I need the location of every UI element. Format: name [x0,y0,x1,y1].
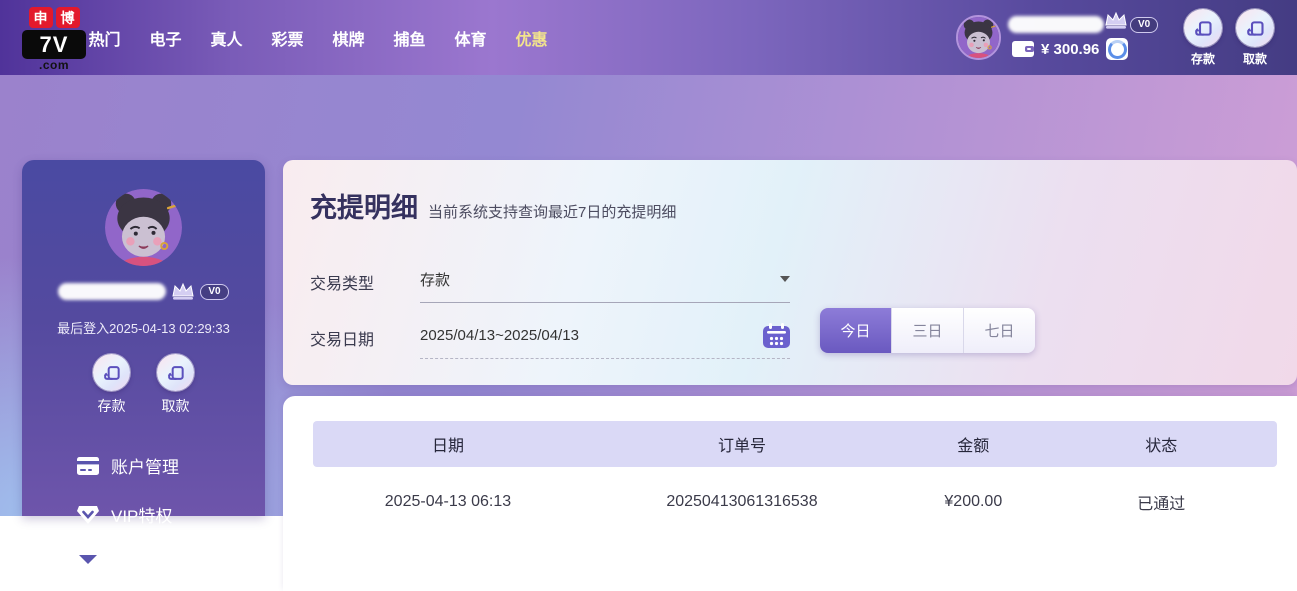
cell-date: 2025-04-13 06:13 [384,493,512,510]
chevron-down-icon [780,276,790,282]
sidebar-item-account[interactable]: 账户管理 [22,441,265,490]
transaction-type-select[interactable]: 存款 [420,256,790,303]
sidebar-item-bonus[interactable]: 红利红包 [22,539,265,588]
vip-level-badge: V0 [200,283,229,300]
withdraw-icon [1236,9,1274,47]
nav-item-promos[interactable]: 优惠 [515,26,548,50]
refresh-icon [1107,39,1127,59]
logo-badges: 申 博 [22,7,86,28]
nav-item-live[interactable]: 真人 [210,26,243,50]
cell-amount: ¥200.00 [944,493,1003,510]
transaction-date-input[interactable]: 2025/04/13~2025/04/13 [420,312,790,359]
vip-icon [77,504,99,526]
avatar-illustration [105,189,182,266]
nav-item-lottery[interactable]: 彩票 [271,26,304,50]
balance-amount: ¥ 300.96 [1041,40,1100,58]
topbar-withdraw-button[interactable]: 取款 [1236,9,1274,67]
balance-row: ¥ 300.96 [1012,38,1129,60]
topbar-deposit-button[interactable]: 存款 [1184,9,1222,67]
user-avatar[interactable] [956,15,1001,60]
table-row: 2025-04-13 06:13 20250413061316538 ¥200.… [313,467,1277,537]
date-range-tabs: 今日 三日 七日 [820,308,1035,353]
nav-item-cards[interactable]: 棋牌 [332,26,365,50]
refresh-balance-button[interactable] [1106,38,1129,60]
wallet-icon [1012,41,1034,57]
sidebar-actions: 存款 取款 [22,354,265,416]
nav-item-fishing[interactable]: 捕鱼 [393,26,426,50]
cell-order-no: 20250413061316538 [666,493,818,510]
username-redacted [58,283,167,300]
withdraw-icon [157,354,194,391]
topbar-deposit-label: 存款 [1190,52,1215,66]
sidebar-username-row: V0 [22,282,265,301]
bank-card-icon [77,455,99,477]
sidebar-withdraw-button[interactable]: 取款 [157,354,194,416]
sidebar-item-vip[interactable]: VIP特权 [22,490,265,539]
column-header-status: 状态 [1145,438,1178,455]
sidebar: V0 最后登入2025-04-13 02:29:33 存款 取款 账户管理 VI… [22,160,265,575]
transaction-date-label: 交易日期 [310,332,375,349]
page-title: 充提明细 [310,193,418,223]
calendar-icon[interactable] [763,322,790,348]
sidebar-menu: 账户管理 VIP特权 红利红包 [22,441,265,588]
main-nav: 热门 电子 真人 彩票 棋牌 捕鱼 体育 优惠 [88,0,548,75]
topbar-withdraw-label: 取款 [1242,52,1267,66]
nav-item-slots[interactable]: 电子 [149,26,182,50]
crown-icon [172,282,194,300]
nav-item-hot[interactable]: 热门 [88,26,121,50]
vip-level-badge: V0 [1130,17,1159,33]
transaction-date-value: 2025/04/13~2025/04/13 [420,326,579,344]
last-login-text: 最后登入2025-04-13 02:29:33 [57,321,230,336]
transaction-type-value: 存款 [420,271,451,289]
avatar-illustration [958,17,999,58]
sidebar-withdraw-label: 取款 [161,398,190,414]
column-header-order-no: 订单号 [717,438,766,455]
table-header-row: 日期 订单号 金额 状态 [313,421,1277,467]
page-background: V0 最后登入2025-04-13 02:29:33 存款 取款 账户管理 VI… [0,75,1297,591]
page-title-row: 充提明细 当前系统支持查询最近7日的充提明细 [283,160,1297,225]
tab-seven-days[interactable]: 七日 [963,308,1035,353]
logo-text: 7V [22,30,86,59]
filter-panel: 充提明细 当前系统支持查询最近7日的充提明细 交易类型 存款 交易日期 2025… [283,160,1297,385]
transaction-type-label: 交易类型 [310,276,375,293]
sidebar-avatar[interactable] [105,189,182,266]
red-packet-icon [77,553,99,575]
column-header-date: 日期 [431,438,464,455]
username-redacted [1008,16,1104,33]
crown-icon [1104,11,1128,35]
sidebar-deposit-button[interactable]: 存款 [93,354,130,416]
cell-status: 已通过 [1137,496,1186,513]
nav-item-sports[interactable]: 体育 [454,26,487,50]
column-header-amount: 金额 [957,438,990,455]
records-panel: 日期 订单号 金额 状态 2025-04-13 06:13 2025041306… [283,396,1297,591]
sidebar-item-label: 红利红包 [111,556,179,575]
site-logo[interactable]: 申 博 7V .com [22,7,86,71]
tab-today[interactable]: 今日 [820,308,891,353]
deposit-icon [93,354,130,391]
sidebar-item-label: 账户管理 [111,458,179,477]
sidebar-deposit-label: 存款 [97,398,126,414]
sidebar-item-label: VIP特权 [111,507,173,526]
logo-suffix: .com [38,58,69,72]
logo-badge-right: 博 [55,7,80,28]
deposit-icon [1184,9,1222,47]
page-subtitle: 当前系统支持查询最近7日的充提明细 [428,204,677,221]
tab-three-days[interactable]: 三日 [891,308,963,353]
topbar: 申 博 7V .com 热门 电子 真人 彩票 棋牌 捕鱼 体育 优惠 V0 ¥… [0,0,1297,75]
logo-badge-left: 申 [28,7,53,28]
